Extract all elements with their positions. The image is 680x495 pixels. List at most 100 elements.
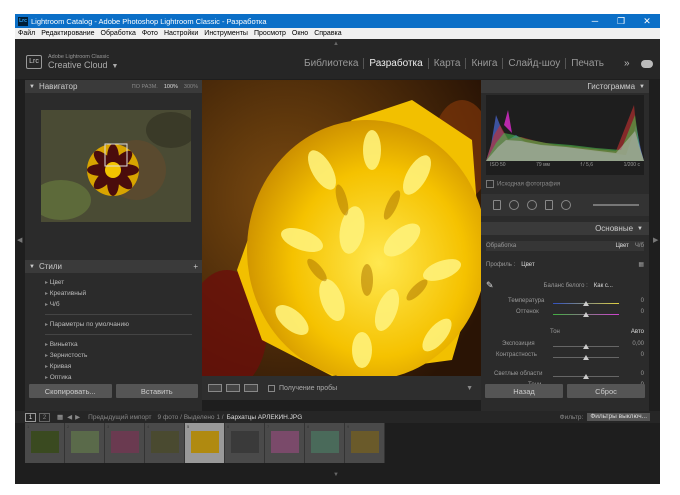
thumbnail[interactable]: 8 — [305, 423, 345, 463]
menu-tools[interactable]: Инструменты — [204, 30, 248, 37]
module-develop[interactable]: Разработка — [363, 58, 427, 69]
preset-group[interactable]: Креативный — [45, 288, 202, 299]
profile-browser-icon[interactable]: ▦ — [638, 261, 644, 268]
filter-select[interactable]: Фильтры выключ... — [587, 413, 650, 421]
module-slideshow[interactable]: Слайд-шоу — [502, 58, 565, 69]
highlights-slider[interactable] — [553, 374, 619, 379]
thumbnail[interactable]: 6 — [225, 423, 265, 463]
tint-slider[interactable] — [553, 312, 619, 317]
basic-panel-header[interactable]: Основные ▼ — [481, 222, 649, 235]
previous-button[interactable]: Назад — [485, 384, 563, 398]
menu-settings[interactable]: Настройки — [164, 30, 198, 37]
thumbnail[interactable]: 9 — [345, 423, 385, 463]
zoom-fit[interactable]: ПО РАЗМ. — [132, 84, 158, 90]
thumbnail[interactable]: 1 — [25, 423, 65, 463]
histogram[interactable]: ISO 50 79 мм f / 5,6 1/200 с — [486, 95, 644, 175]
menu-edit[interactable]: Редактирование — [41, 30, 94, 37]
copy-settings-button[interactable]: Скопировать... — [29, 384, 112, 398]
menu-window[interactable]: Окно — [292, 30, 308, 37]
preset-group[interactable]: Зернистость — [45, 350, 202, 361]
tint-value[interactable]: 0 — [641, 309, 644, 315]
exposure-value[interactable]: 0,00 — [632, 341, 644, 347]
loupe-view-icon[interactable] — [208, 384, 222, 392]
brand-line-2[interactable]: Creative Cloud ▼ — [48, 60, 118, 70]
auto-button[interactable]: Авто — [631, 329, 644, 335]
grid-icon[interactable]: ▦ — [57, 413, 63, 421]
navigator-preview[interactable] — [41, 110, 191, 222]
treatment-color[interactable]: Цвет — [615, 243, 628, 249]
module-map[interactable]: Карта — [427, 58, 466, 69]
add-preset-icon[interactable]: + — [193, 262, 198, 271]
menu-help[interactable]: Справка — [314, 30, 341, 37]
menu-file[interactable]: Файл — [18, 30, 35, 37]
original-photo-checkbox[interactable]: Исходная фотография — [486, 180, 560, 188]
temperature-value[interactable]: 0 — [641, 298, 644, 304]
collapse-top-icon[interactable]: ▲ — [333, 41, 339, 47]
preset-group[interactable]: Ч/б — [45, 299, 202, 310]
preset-group[interactable]: Параметры по умолчанию — [45, 319, 202, 330]
collapse-bottom-icon[interactable]: ▼ — [333, 472, 339, 478]
source-label[interactable]: Предыдущий импорт — [88, 414, 151, 421]
temperature-slider[interactable] — [553, 301, 619, 306]
profile-select[interactable]: Цвет — [521, 262, 534, 268]
thumbnail[interactable]: 2 — [65, 423, 105, 463]
highlights-value[interactable]: 0 — [641, 371, 644, 377]
more-modules-icon[interactable]: » — [624, 58, 630, 69]
minimize-button[interactable]: ─ — [582, 14, 608, 28]
back-arrow-icon[interactable]: ◀ — [67, 413, 72, 421]
radial-filter-icon[interactable] — [561, 200, 571, 210]
adjustment-brush-slider[interactable] — [593, 204, 639, 206]
menu-develop[interactable]: Обработка — [101, 30, 136, 37]
main-photo-view[interactable] — [202, 80, 481, 376]
filter-label: Фильтр: — [559, 413, 584, 421]
file-name[interactable]: Бархатцы АРЛЕКИН.JPG — [227, 414, 303, 421]
cloud-sync-icon[interactable] — [641, 60, 653, 68]
zoom-100[interactable]: 100% — [164, 84, 178, 90]
menu-photo[interactable]: Фото — [142, 30, 158, 37]
navigator-header[interactable]: ▼ Навигатор ПО РАЗМ. 100% 300% — [25, 80, 202, 93]
crop-tool-icon[interactable] — [493, 200, 501, 210]
thumbnail-selected[interactable]: 5 — [185, 423, 225, 463]
maximize-button[interactable]: ❐ — [608, 14, 634, 28]
red-eye-icon[interactable] — [527, 200, 537, 210]
eyedropper-icon[interactable]: ✎ — [486, 280, 494, 291]
soft-proof-checkbox[interactable] — [268, 384, 275, 392]
reset-button[interactable]: Сброс — [567, 384, 645, 398]
treatment-label: Обработка — [486, 243, 517, 249]
contrast-slider[interactable] — [553, 355, 619, 360]
thumbnail[interactable]: 4 — [145, 423, 185, 463]
module-library[interactable]: Библиотека — [299, 58, 363, 69]
menu-view[interactable]: Просмотр — [254, 30, 286, 37]
wb-select[interactable]: Как с... — [594, 283, 613, 289]
collapse-left-icon[interactable]: ◀ — [17, 236, 22, 244]
profile-row: Профиль : Цвет ▦ — [486, 261, 644, 269]
module-book[interactable]: Книга — [465, 58, 502, 69]
forward-arrow-icon[interactable]: ▶ — [75, 413, 80, 421]
preset-group[interactable]: Виньетка — [45, 339, 202, 350]
tint-label: Оттенок — [516, 309, 539, 315]
second-window-tab[interactable]: 2 — [39, 412, 50, 422]
before-after-icon[interactable] — [226, 384, 240, 392]
contrast-value[interactable]: 0 — [641, 352, 644, 358]
presets-header[interactable]: ▼ Стили + — [25, 260, 202, 273]
spot-removal-icon[interactable] — [509, 200, 519, 210]
exposure-slider[interactable] — [553, 344, 619, 349]
thumbnail[interactable]: 3 — [105, 423, 145, 463]
right-panel: Гистограмма ▼ ISO 50 79 мм f / 5,6 1/200… — [481, 80, 649, 411]
zoom-300[interactable]: 300% — [184, 84, 198, 90]
preset-group[interactable]: Кривая — [45, 361, 202, 372]
toolbar-menu-icon[interactable]: ▼ — [466, 385, 473, 392]
module-picker: Библиотека Разработка Карта Книга Слайд-… — [299, 58, 609, 69]
histogram-header[interactable]: Гистограмма ▼ — [481, 80, 649, 93]
treatment-bw[interactable]: Ч/б — [635, 243, 644, 249]
collapse-right-icon[interactable]: ▶ — [653, 236, 658, 244]
yy-compare-icon[interactable] — [244, 384, 258, 392]
module-print[interactable]: Печать — [565, 58, 609, 69]
paste-settings-button[interactable]: Вставить — [115, 384, 198, 398]
close-button[interactable]: ✕ — [634, 14, 660, 28]
preset-group[interactable]: Цвет — [45, 277, 202, 288]
main-window-tab[interactable]: 1 — [25, 412, 36, 422]
thumbnail[interactable]: 7 — [265, 423, 305, 463]
graduated-filter-icon[interactable] — [545, 200, 553, 210]
tone-label: Тон — [550, 329, 560, 335]
